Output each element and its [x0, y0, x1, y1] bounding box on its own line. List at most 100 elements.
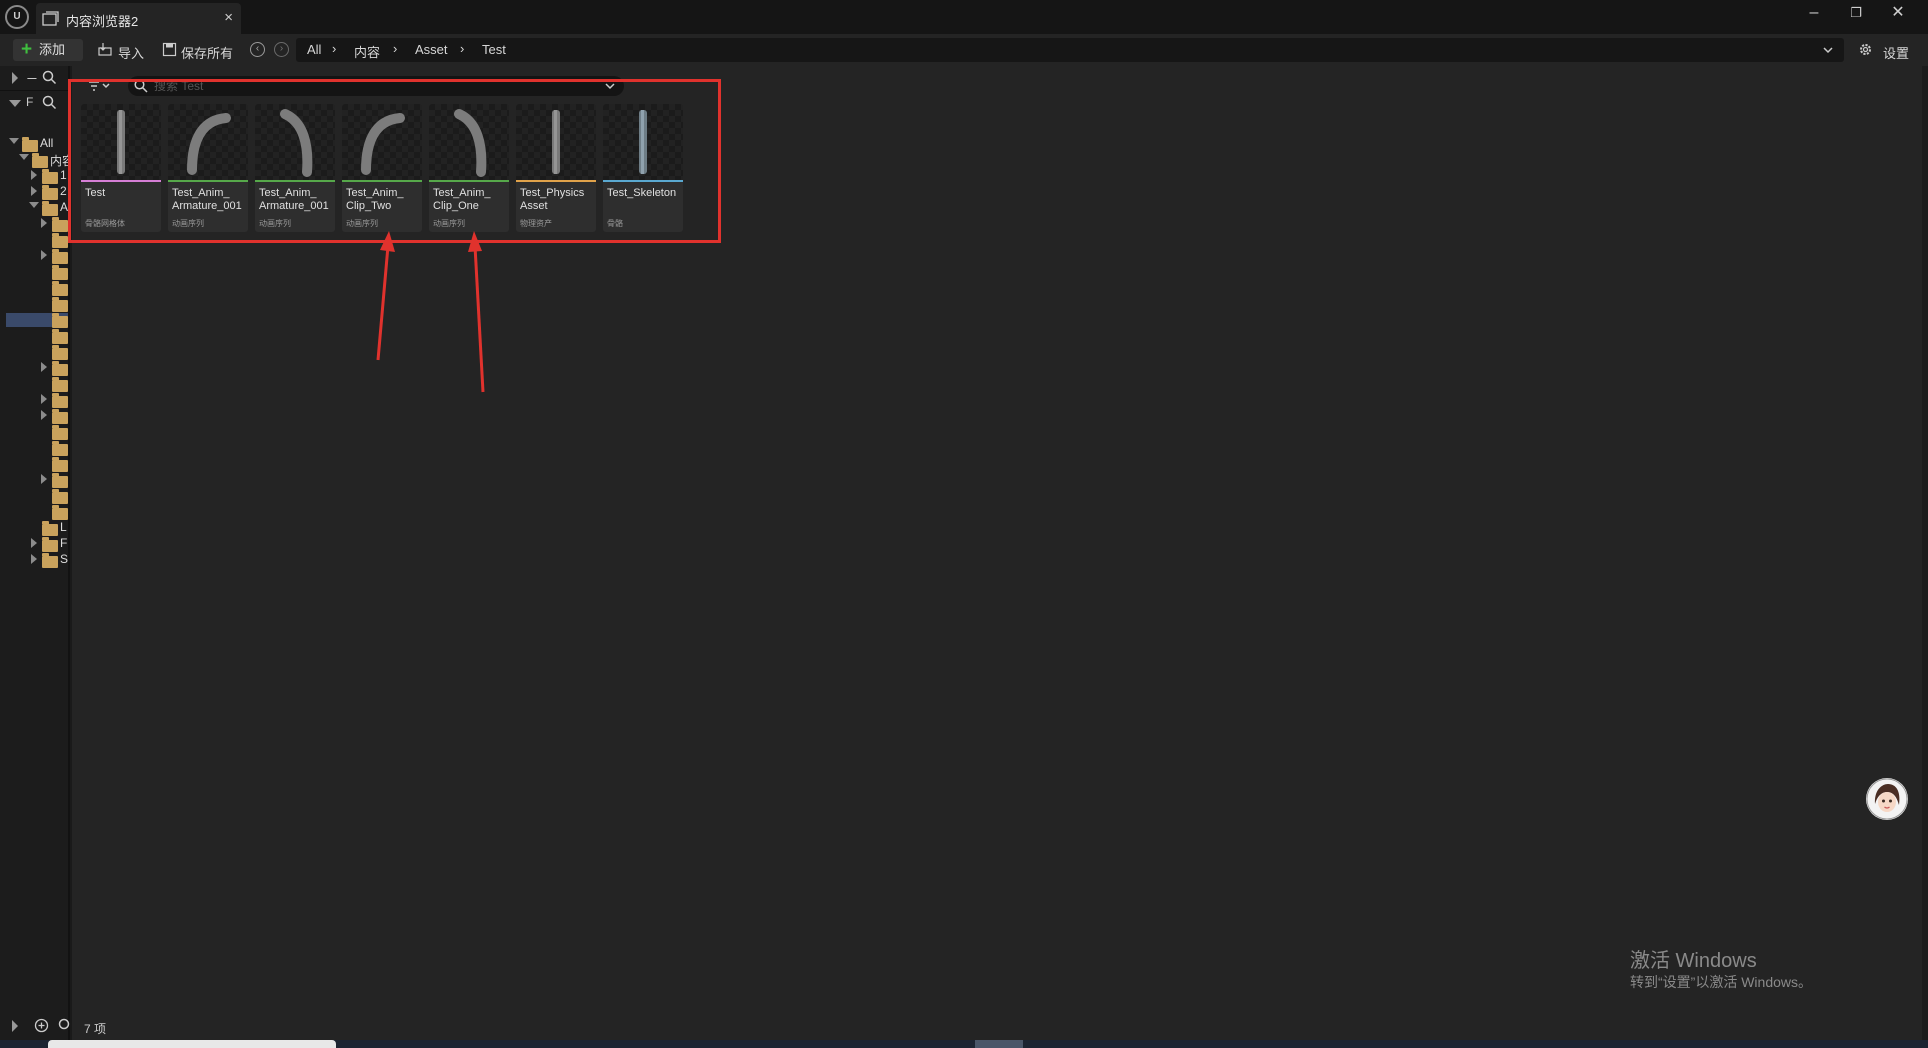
chevron-right-icon[interactable]: ›	[393, 41, 397, 56]
vertical-scrollbar[interactable]	[1922, 66, 1928, 1042]
breadcrumb-content[interactable]: 内容	[354, 42, 380, 61]
folder-icon[interactable]	[52, 265, 68, 280]
tree-item-1[interactable]: 1	[60, 168, 67, 182]
tab-close-icon[interactable]: ×	[224, 9, 233, 26]
asset-thumbnail	[516, 104, 596, 180]
folder-icon[interactable]	[52, 233, 68, 248]
expand-icon[interactable]	[41, 394, 47, 404]
folder-icon[interactable]	[52, 217, 68, 232]
expand-icon[interactable]	[31, 170, 37, 180]
tree-item-all[interactable]: All	[40, 136, 53, 150]
save-all-button[interactable]: 保存所有	[181, 43, 233, 62]
folder-icon[interactable]	[52, 281, 68, 296]
chevron-down-icon[interactable]	[604, 80, 616, 92]
search-icon[interactable]	[42, 95, 57, 110]
asset-name: Test_Anim_ Clip_Two	[346, 187, 404, 212]
gear-icon[interactable]	[1858, 42, 1873, 57]
asset-tile-physics-asset[interactable]: Test_Physics Asset 物理资产	[516, 104, 596, 232]
collapse-icon[interactable]	[29, 202, 39, 208]
bent-bone-thumbnail-icon	[280, 109, 313, 177]
minimize-button[interactable]: –	[1794, 2, 1834, 24]
collapse-icon[interactable]	[9, 100, 21, 107]
tree-item-content[interactable]: 内容	[50, 152, 68, 169]
folder-icon[interactable]	[52, 505, 68, 520]
folder-icon[interactable]	[52, 313, 68, 328]
asset-tile-anim-clip-two[interactable]: Test_Anim_ Clip_Two 动画序列	[342, 104, 422, 232]
assistant-avatar[interactable]	[1866, 778, 1908, 820]
unreal-logo-icon[interactable]: U	[5, 5, 29, 29]
folder-icon[interactable]	[52, 377, 68, 392]
chevron-down-icon[interactable]	[1822, 44, 1834, 56]
content-browser-icon	[42, 11, 59, 26]
folder-icon[interactable]	[52, 393, 68, 408]
expand-icon[interactable]	[12, 1020, 18, 1032]
folder-icon[interactable]	[52, 249, 68, 264]
expand-icon[interactable]	[41, 218, 47, 228]
add-button[interactable]: + 添加	[13, 39, 83, 61]
back-icon[interactable]: ‹	[250, 42, 265, 57]
expand-icon[interactable]	[41, 474, 47, 484]
folder-open-icon	[42, 201, 58, 216]
add-circle-icon[interactable]	[34, 1018, 49, 1033]
expand-icon[interactable]	[31, 538, 37, 548]
import-icon[interactable]	[98, 42, 113, 57]
tree-item-2[interactable]: 2	[60, 184, 67, 198]
folder-icon[interactable]	[52, 361, 68, 376]
folder-icon[interactable]	[52, 457, 68, 472]
asset-tile-anim-armature-001-b[interactable]: Test_Anim_ Armature_001 动画序列	[255, 104, 335, 232]
tree-item-l[interactable]: L	[60, 520, 67, 534]
add-button-label: 添加	[39, 42, 66, 57]
folder-icon[interactable]	[52, 473, 68, 488]
folder-icon	[42, 553, 58, 568]
expand-icon[interactable]	[31, 186, 37, 196]
folder-icon[interactable]	[52, 297, 68, 312]
asset-thumbnail	[429, 104, 509, 180]
close-window-button[interactable]: ✕	[1878, 2, 1918, 24]
settings-button[interactable]: 设置	[1883, 43, 1909, 62]
search-input[interactable]	[154, 76, 594, 96]
forward-icon[interactable]: ›	[274, 42, 289, 57]
search-icon[interactable]	[42, 70, 57, 85]
collections-header[interactable]: ㄧ	[0, 66, 70, 90]
asset-tile-anim-clip-one[interactable]: Test_Anim_ Clip_One 动画序列	[429, 104, 509, 232]
search-icon	[134, 79, 148, 93]
skeleton-thumbnail-icon	[639, 110, 647, 174]
breadcrumb-asset[interactable]: Asset	[415, 42, 448, 57]
collections-label: ㄧ	[26, 72, 39, 86]
asset-tile-anim-armature-001-a[interactable]: Test_Anim_ Armature_001 动画序列	[168, 104, 248, 232]
tree-item-f[interactable]: F	[60, 536, 67, 550]
chevron-right-icon[interactable]: ›	[460, 41, 464, 56]
asset-type: 动画序列	[172, 219, 204, 228]
chevron-right-icon[interactable]: ›	[332, 41, 336, 56]
folder-icon[interactable]	[52, 345, 68, 360]
favorites-header[interactable]: F	[0, 90, 70, 114]
folder-icon[interactable]	[52, 489, 68, 504]
breadcrumb-test[interactable]: Test	[482, 42, 506, 57]
expand-icon[interactable]	[12, 72, 18, 84]
collapse-icon[interactable]	[9, 138, 19, 144]
folder-icon[interactable]	[52, 409, 68, 424]
folder-icon[interactable]	[52, 329, 68, 344]
asset-name: Test	[85, 187, 106, 199]
search-icon[interactable]	[58, 1018, 70, 1033]
folder-icon[interactable]	[52, 425, 68, 440]
collapse-icon[interactable]	[19, 154, 29, 160]
folder-icon[interactable]	[52, 441, 68, 456]
asset-tile-skeleton[interactable]: Test_Skeleton 骨骼	[603, 104, 683, 232]
restore-button[interactable]: ❐	[1836, 2, 1876, 24]
expand-icon[interactable]	[41, 250, 47, 260]
expand-icon[interactable]	[31, 554, 37, 564]
breadcrumb-all[interactable]: All	[307, 42, 321, 57]
search-bar[interactable]	[128, 76, 624, 96]
import-button[interactable]: 导入	[118, 43, 144, 62]
tree-item-asset[interactable]: A	[60, 200, 68, 214]
taskbar-app[interactable]	[975, 1040, 1023, 1048]
asset-tile-test[interactable]: Test 骨骼网格体	[81, 104, 161, 232]
tree-item-s[interactable]: S	[60, 552, 68, 566]
tab-content-browser[interactable]: 内容浏览器2 ×	[36, 3, 241, 34]
expand-icon[interactable]	[41, 410, 47, 420]
save-all-icon[interactable]	[162, 42, 177, 57]
expand-icon[interactable]	[41, 362, 47, 372]
taskbar-search[interactable]	[48, 1040, 336, 1048]
filter-icon[interactable]	[88, 78, 112, 94]
